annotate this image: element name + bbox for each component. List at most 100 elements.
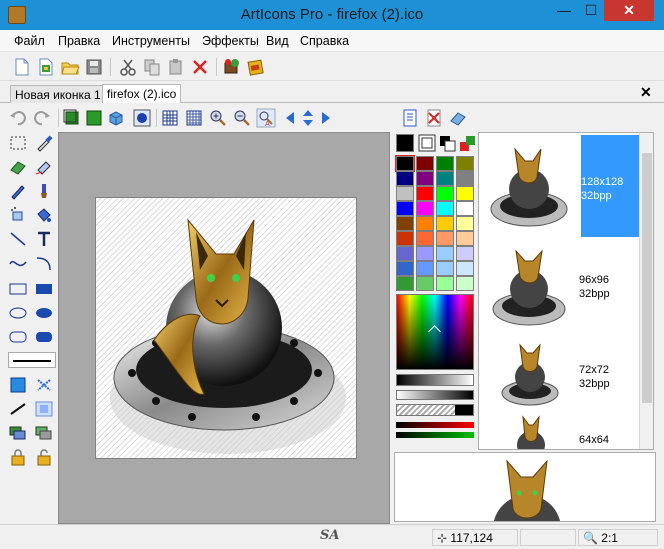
unlock-icon[interactable] (34, 448, 54, 466)
menu-help[interactable]: Справка (300, 34, 349, 48)
menu-effects[interactable]: Эффекты (202, 34, 259, 48)
3d-icon[interactable] (106, 108, 126, 128)
format-item-64[interactable]: 64x64 (479, 413, 641, 449)
color-swatch[interactable] (456, 201, 474, 216)
zoom-in-icon[interactable] (208, 108, 228, 128)
brightness-slider[interactable] (396, 374, 474, 386)
color-swatch[interactable] (456, 261, 474, 276)
color-swatch[interactable] (416, 156, 434, 171)
color-swatch[interactable] (416, 276, 434, 291)
new-from-image-icon[interactable] (36, 57, 56, 77)
close-button[interactable]: ✕ (604, 0, 654, 21)
curve-icon[interactable] (8, 254, 28, 272)
color-swatch[interactable] (396, 186, 414, 201)
redo-icon[interactable] (32, 108, 52, 128)
color-spectrum-picker[interactable] (396, 294, 474, 370)
eyedropper-icon[interactable] (34, 134, 54, 152)
cut-icon[interactable] (118, 57, 138, 77)
pencil-icon[interactable] (8, 182, 28, 200)
layer-a-icon[interactable] (62, 108, 82, 128)
color-swatch[interactable] (436, 171, 454, 186)
red-channel-slider[interactable] (396, 422, 474, 428)
brush-icon[interactable] (34, 182, 54, 200)
move-right-icon[interactable] (314, 108, 334, 128)
arc-icon[interactable] (34, 254, 54, 272)
delete-format-icon[interactable] (424, 108, 444, 128)
color-swatch[interactable] (396, 201, 414, 216)
color-swatch[interactable] (416, 216, 434, 231)
save-icon[interactable] (84, 57, 104, 77)
new-icon[interactable] (12, 57, 32, 77)
green-channel-slider[interactable] (396, 432, 474, 438)
color-swatch[interactable] (456, 276, 474, 291)
color-swatch[interactable] (436, 276, 454, 291)
color-swatch[interactable] (395, 155, 415, 172)
dither-icon[interactable] (34, 376, 54, 394)
color-swatch[interactable] (456, 246, 474, 261)
undo-icon[interactable] (8, 108, 28, 128)
color-swatch[interactable] (396, 261, 414, 276)
color-swatch[interactable] (436, 186, 454, 201)
filled-rectangle-icon[interactable] (34, 280, 54, 298)
color-swatch[interactable] (436, 231, 454, 246)
color-swatch[interactable] (436, 156, 454, 171)
menu-file[interactable]: Файл (14, 34, 45, 48)
eraser-format-icon[interactable] (448, 108, 468, 128)
copy-icon[interactable] (142, 57, 162, 77)
airbrush-icon[interactable] (8, 206, 28, 224)
color-swatch[interactable] (436, 201, 454, 216)
line-icon[interactable] (8, 230, 28, 248)
color-swatch[interactable] (396, 231, 414, 246)
pattern-selector[interactable] (396, 404, 474, 416)
color-swatch[interactable] (456, 156, 474, 171)
format-item-96[interactable]: 96x96 32bpp (479, 237, 641, 339)
color-swatch[interactable] (436, 216, 454, 231)
color-swatch[interactable] (396, 246, 414, 261)
pixel-grid-icon[interactable] (184, 108, 204, 128)
menu-view[interactable]: Вид (266, 34, 289, 48)
color-swatch[interactable] (416, 261, 434, 276)
maximize-button[interactable]: ☐ (578, 0, 604, 21)
text-icon[interactable] (34, 230, 54, 248)
zoom-out-icon[interactable] (232, 108, 252, 128)
color-swatch[interactable] (456, 216, 474, 231)
minimize-button[interactable]: — (550, 0, 578, 21)
paste-icon[interactable] (166, 57, 186, 77)
gray-slider[interactable] (396, 390, 474, 400)
filled-ellipse-icon[interactable] (34, 304, 54, 322)
color-swatch[interactable] (416, 246, 434, 261)
color-swatch[interactable] (416, 201, 434, 216)
eraser-icon[interactable] (8, 158, 28, 176)
inverse-color-icon[interactable] (438, 134, 456, 152)
rect-select-icon[interactable] (8, 134, 28, 152)
close-tab-icon[interactable]: ✕ (640, 84, 652, 101)
rectangle-icon[interactable] (8, 280, 28, 298)
color-swatch[interactable] (396, 216, 414, 231)
format-item-128[interactable]: 128x128 32bpp (479, 135, 641, 237)
swap-colors-icon[interactable] (458, 134, 476, 152)
rounded-rect-icon[interactable] (8, 328, 28, 346)
stamp-icon[interactable] (34, 158, 54, 176)
color-swatch[interactable] (396, 276, 414, 291)
delete-icon[interactable] (190, 57, 210, 77)
filled-rounded-rect-icon[interactable] (34, 328, 54, 346)
primary-color[interactable] (396, 134, 414, 152)
formats-scrollbar[interactable] (639, 133, 653, 449)
color-swatch[interactable] (436, 246, 454, 261)
glow-icon[interactable] (132, 108, 152, 128)
library-icon[interactable] (246, 57, 266, 77)
color-swatch[interactable] (416, 231, 434, 246)
scrollbar-thumb[interactable] (642, 153, 652, 403)
layer-b-icon[interactable] (84, 108, 104, 128)
icon-canvas[interactable] (95, 197, 357, 459)
fill-mode-icon[interactable] (8, 376, 28, 394)
open-icon[interactable] (60, 57, 80, 77)
layers-alt-icon[interactable] (34, 424, 54, 442)
color-swatch[interactable] (456, 186, 474, 201)
color-swatch[interactable] (456, 171, 474, 186)
color-swatch[interactable] (416, 171, 434, 186)
color-swatch[interactable] (456, 231, 474, 246)
line-width-selector[interactable] (8, 352, 56, 368)
extract-icon[interactable] (222, 57, 242, 77)
soft-mode-icon[interactable] (34, 400, 54, 418)
